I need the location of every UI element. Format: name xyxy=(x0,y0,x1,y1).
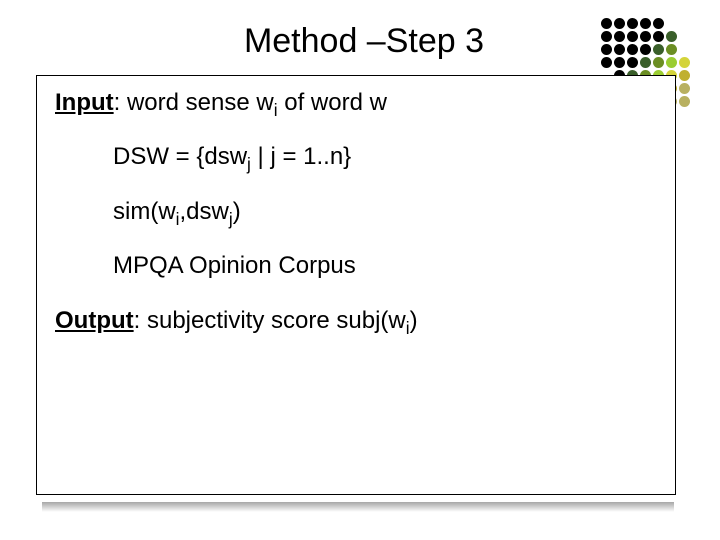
dsw-line: DSW = {dswj | j = 1..n} xyxy=(113,144,657,170)
output-label: Output xyxy=(55,307,134,334)
input-text-2: of word w xyxy=(278,89,387,116)
content-box: Input: word sense wi of word w DSW = {ds… xyxy=(36,75,676,495)
slide-title: Method –Step 3 xyxy=(102,22,627,61)
slide: Method –Step 3 Input: word sense wi of w… xyxy=(0,0,720,540)
output-line: Output: subjectivity score subj(wi) xyxy=(55,308,657,334)
output-text-2: ) xyxy=(410,307,418,334)
sim-mid: ,dsw xyxy=(180,198,229,225)
box-shadow-strip xyxy=(42,502,674,512)
dsw-lead: DSW = {dsw xyxy=(113,143,247,170)
input-label: Input xyxy=(55,89,114,116)
dsw-tail: | j = 1..n} xyxy=(251,143,351,170)
input-line: Input: word sense wi of word w xyxy=(55,90,657,116)
input-text-1: : word sense w xyxy=(114,89,274,116)
sim-line: sim(wi,dswj) xyxy=(113,199,657,225)
output-text-1: : subjectivity score subj(w xyxy=(134,307,406,334)
mpqa-line: MPQA Opinion Corpus xyxy=(113,253,657,279)
sim-tail: ) xyxy=(233,198,241,225)
sim-lead: sim(w xyxy=(113,198,176,225)
